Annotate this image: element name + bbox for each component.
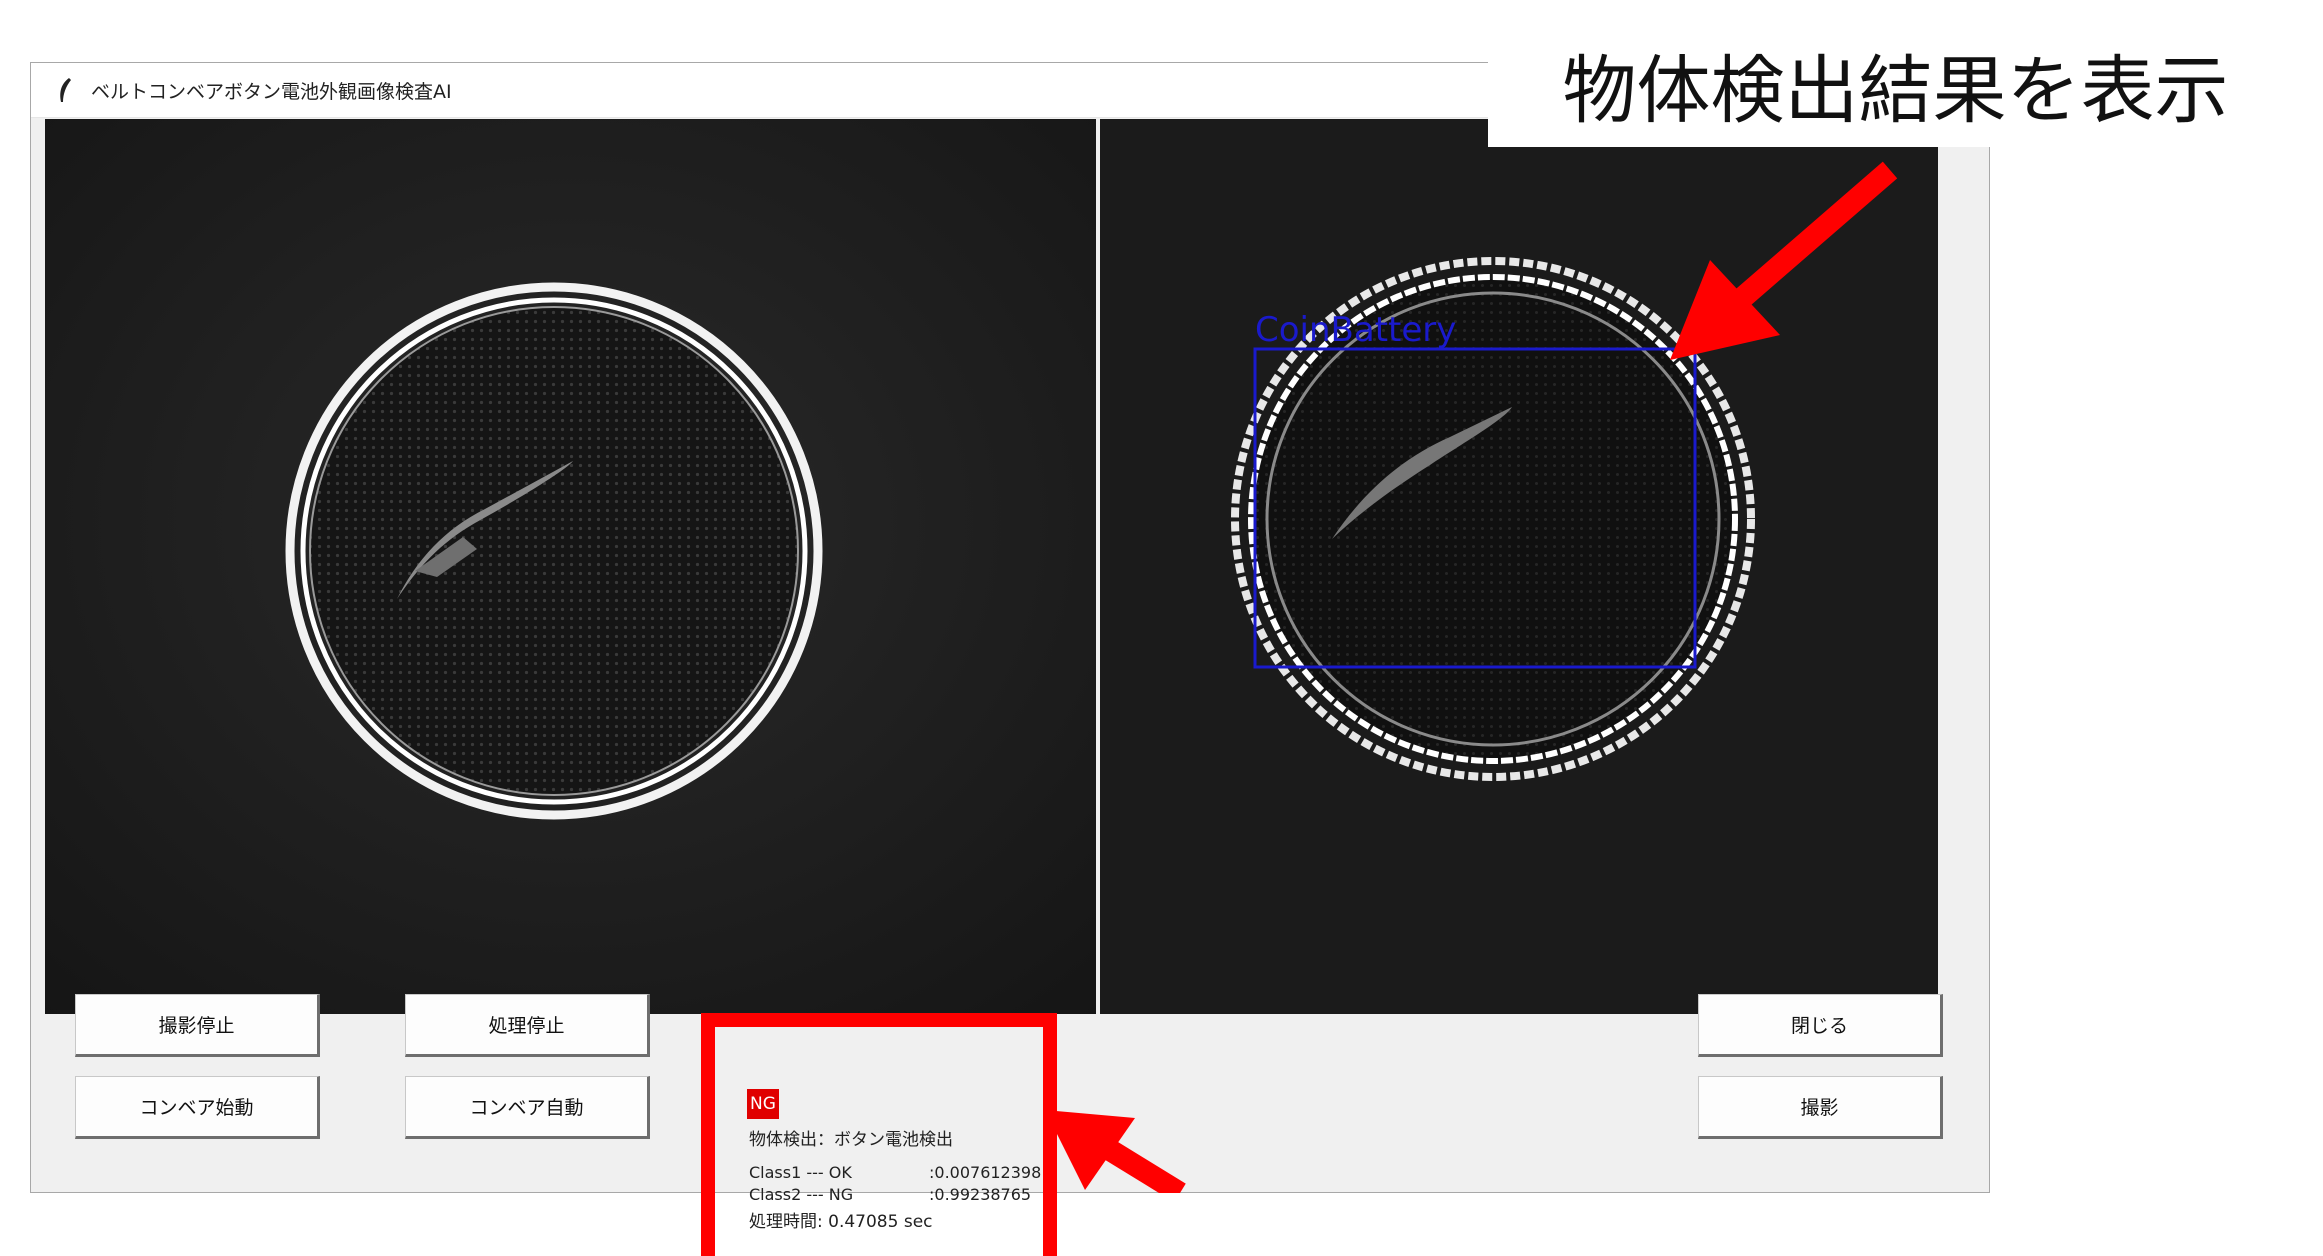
processing-time: 処理時間: 0.47085 sec [749, 1212, 933, 1232]
callout-label: 物体検出結果を表示 [1488, 22, 2303, 147]
conveyor-auto-button[interactable]: コンベア自動 [405, 1076, 650, 1139]
class2-value: :0.99238765 [929, 1185, 1032, 1204]
class1-label: Class1 --- OK [749, 1163, 852, 1182]
arrow-icon [1670, 161, 1898, 360]
capture-stop-button[interactable]: 撮影停止 [75, 994, 320, 1057]
conveyor-start-button[interactable]: コンベア始動 [75, 1076, 320, 1139]
camera-view [45, 119, 1096, 1014]
close-button[interactable]: 閉じる [1698, 994, 1943, 1057]
detection-text: 物体検出：ボタン電池検出 [749, 1130, 953, 1150]
status-badge: NG [747, 1089, 779, 1119]
capture-button[interactable]: 撮影 [1698, 1076, 1943, 1139]
class1-value: :0.007612398 [929, 1163, 1042, 1182]
feather-icon [60, 78, 71, 102]
result-panel: NG 物体検出：ボタン電池検出 Class1 --- OK :0.0076123… [701, 1013, 1057, 1256]
process-stop-button[interactable]: 処理停止 [405, 994, 650, 1057]
arrow-icon [1045, 1110, 1186, 1193]
window-title: ベルトコンベアボタン電池外観画像検査AI [91, 80, 452, 103]
battery-body [310, 307, 798, 795]
class2-label: Class2 --- NG [749, 1185, 854, 1204]
bounding-box-label: CoinBattery [1255, 310, 1456, 350]
